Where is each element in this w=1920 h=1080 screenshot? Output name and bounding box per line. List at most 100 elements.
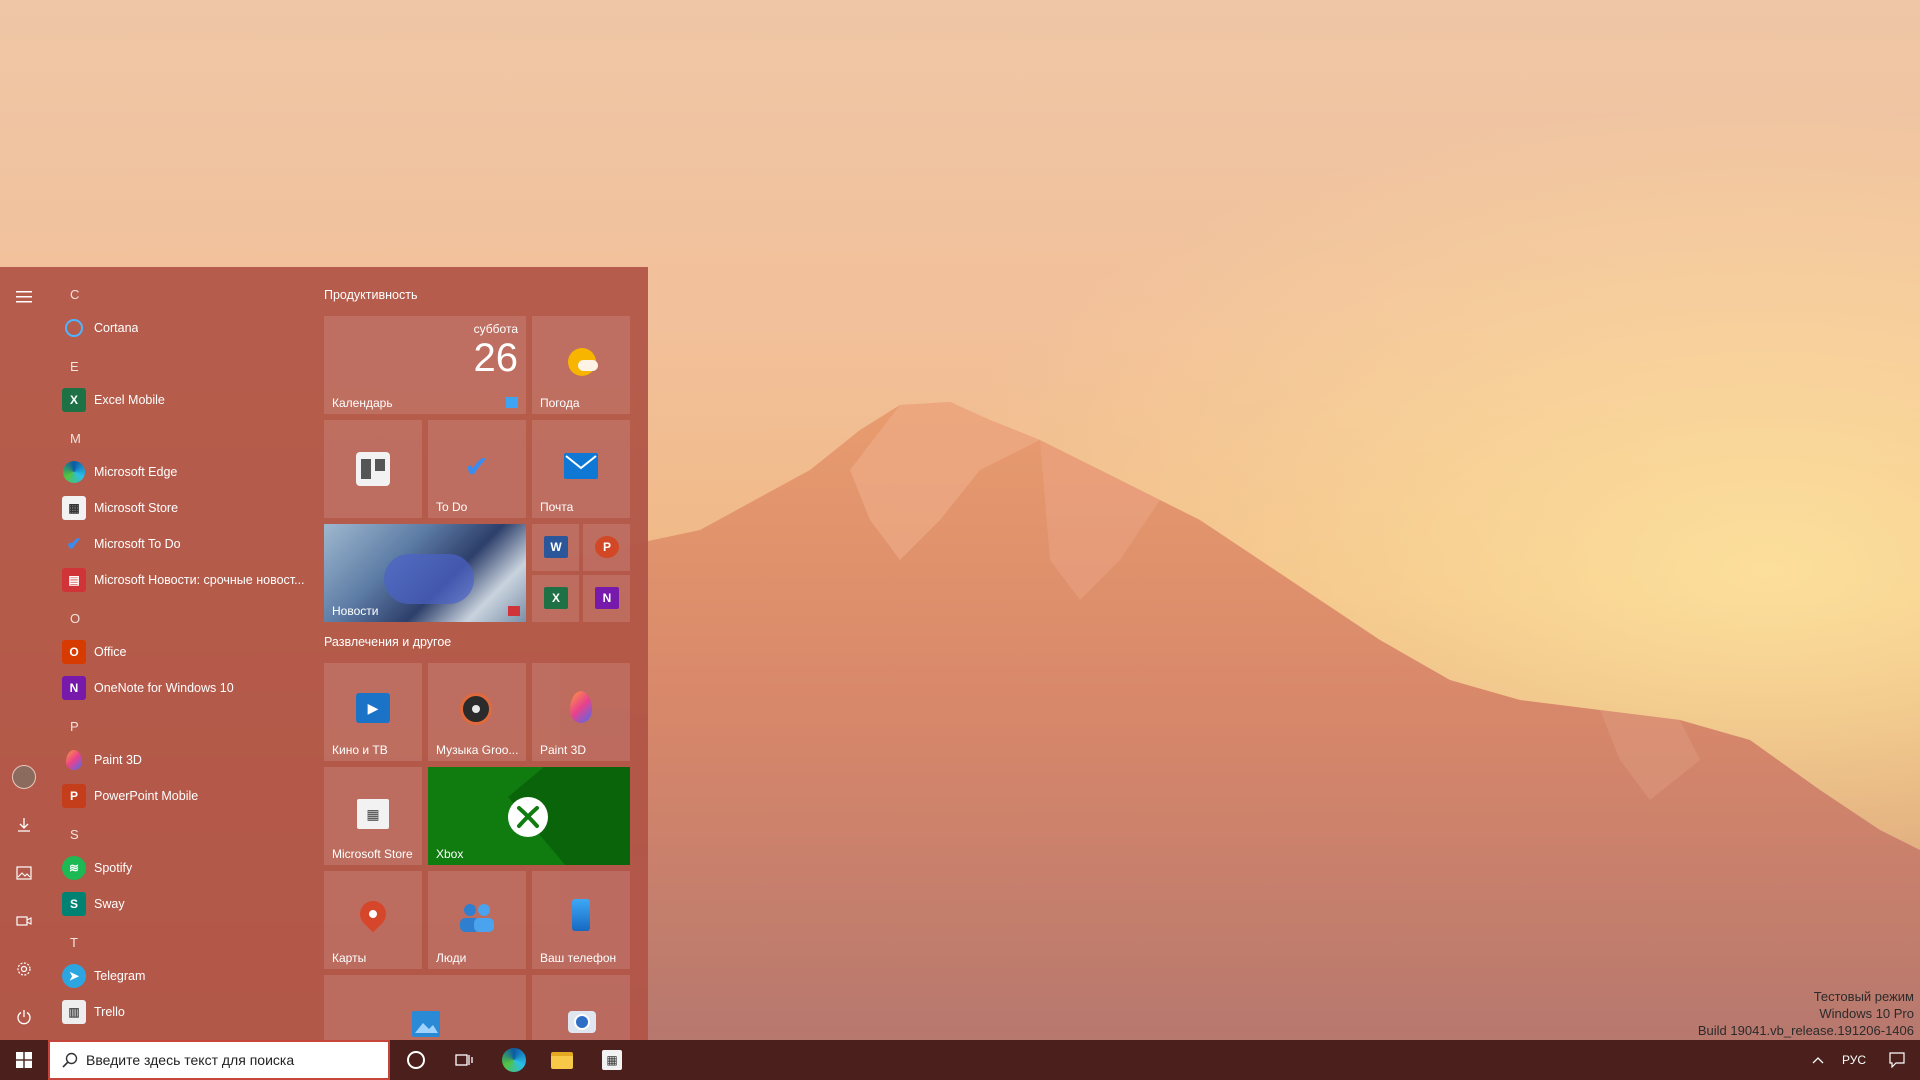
tile-microsoft-store[interactable]: ▦ Microsoft Store — [324, 767, 422, 865]
app-sway[interactable]: S Sway — [62, 886, 332, 922]
letter-header-m[interactable]: M — [70, 431, 81, 446]
app-trello[interactable]: ▥ Trello — [62, 994, 332, 1030]
calendar-badge-icon — [506, 397, 518, 408]
app-label: Cortana — [94, 321, 139, 335]
pictures-icon — [16, 866, 32, 880]
app-microsoft-news[interactable]: ▤ Microsoft Новости: срочные новост... — [62, 562, 332, 598]
letter-header-p[interactable]: P — [70, 719, 79, 734]
taskbar-file-explorer-button[interactable] — [538, 1040, 586, 1080]
phone-icon — [572, 899, 590, 931]
app-office[interactable]: O Office — [62, 634, 332, 670]
letter-header-t[interactable]: T — [70, 935, 78, 950]
tile-movies-tv[interactable]: ▶ Кино и ТВ — [324, 663, 422, 761]
tile-calendar[interactable]: суббота 26 Календарь — [324, 316, 526, 414]
tile-people[interactable]: Люди — [428, 871, 526, 969]
gear-icon — [17, 962, 31, 976]
tile-mail[interactable]: Почта — [532, 420, 630, 518]
xbox-icon — [508, 797, 548, 837]
tile-maps[interactable]: Карты — [324, 871, 422, 969]
tile-label: Карты — [332, 951, 367, 965]
app-spotify[interactable]: ≋ Spotify — [62, 850, 332, 886]
tile-label: Погода — [540, 396, 580, 410]
app-telegram[interactable]: ➤ Telegram — [62, 958, 332, 994]
taskbar-store-button[interactable]: ▦ — [588, 1040, 636, 1080]
app-onenote[interactable]: N OneNote for Windows 10 — [62, 670, 332, 706]
weather-icon — [566, 346, 598, 378]
tile-label: Люди — [436, 951, 467, 965]
app-microsoft-edge[interactable]: Microsoft Edge — [62, 454, 332, 490]
letter-header-e[interactable]: E — [70, 359, 79, 374]
tile-news[interactable]: Новости — [324, 524, 526, 622]
tile-trello[interactable] — [324, 420, 422, 518]
show-hidden-icons-button[interactable] — [1806, 1040, 1830, 1080]
app-label: Microsoft Store — [94, 501, 179, 515]
group-header-entertainment[interactable]: Развлечения и другое — [324, 635, 451, 649]
windows-logo-icon — [16, 1052, 32, 1068]
task-view-button[interactable] — [440, 1040, 488, 1080]
power-button[interactable] — [0, 993, 48, 1040]
todo-icon: ✔ — [66, 533, 82, 554]
edge-icon — [62, 460, 86, 484]
tile-weather[interactable]: Погода — [532, 316, 630, 414]
taskbar-search-box[interactable]: Введите здесь текст для поиска — [48, 1040, 390, 1080]
app-excel-mobile[interactable]: X Excel Mobile — [62, 382, 332, 418]
app-label: Trello — [94, 1005, 125, 1019]
tile-onenote[interactable]: N — [583, 575, 630, 622]
trello-icon: ▥ — [62, 1000, 86, 1024]
office-icon: O — [62, 640, 86, 664]
video-icon — [16, 916, 32, 926]
tile-xbox[interactable]: Xbox — [428, 767, 630, 865]
download-icon — [18, 818, 30, 832]
news-photo — [384, 554, 474, 604]
folder-icon — [551, 1051, 573, 1069]
group-header-productivity[interactable]: Продуктивность — [324, 288, 417, 302]
tile-label: Microsoft Store — [332, 847, 413, 861]
app-cortana[interactable]: Cortana — [62, 310, 332, 346]
tile-paint-3d[interactable]: Paint 3D — [532, 663, 630, 761]
chevron-up-icon — [1812, 1057, 1824, 1064]
settings-button[interactable] — [0, 945, 48, 993]
tile-photos[interactable] — [324, 975, 526, 1040]
start-tiles-area: Продуктивность суббота 26 Календарь Пого… — [324, 267, 648, 1040]
user-account-button[interactable] — [0, 753, 48, 801]
input-language-indicator[interactable]: РУС — [1834, 1040, 1874, 1080]
cortana-button[interactable] — [392, 1040, 440, 1080]
tile-word[interactable]: W — [532, 524, 579, 571]
tile-groove-music[interactable]: Музыка Groo... — [428, 663, 526, 761]
tile-your-phone[interactable]: Ваш телефон — [532, 871, 630, 969]
downloads-button[interactable] — [0, 801, 48, 849]
app-microsoft-store[interactable]: ▦ Microsoft Store — [62, 490, 332, 526]
app-paint-3d[interactable]: Paint 3D — [62, 742, 332, 778]
letter-header-c[interactable]: C — [70, 287, 79, 302]
tile-excel[interactable]: X — [532, 575, 579, 622]
powerpoint-icon: P — [595, 536, 619, 558]
mail-icon — [564, 453, 598, 479]
onenote-icon: N — [595, 587, 619, 609]
tile-camera[interactable] — [532, 975, 630, 1040]
tile-label: Почта — [540, 500, 574, 514]
app-label: Sway — [94, 897, 125, 911]
letter-header-o[interactable]: O — [70, 611, 80, 626]
telegram-icon: ➤ — [62, 964, 86, 988]
search-placeholder: Введите здесь текст для поиска — [86, 1052, 295, 1068]
store-icon: ▦ — [62, 496, 86, 520]
taskbar-edge-button[interactable] — [490, 1040, 538, 1080]
word-icon: W — [544, 536, 568, 558]
start-button[interactable] — [0, 1040, 48, 1080]
app-powerpoint-mobile[interactable]: P PowerPoint Mobile — [62, 778, 332, 814]
task-view-icon — [455, 1054, 473, 1066]
maps-icon — [354, 895, 392, 933]
action-center-button[interactable] — [1874, 1040, 1920, 1080]
hamburger-menu-button[interactable] — [0, 273, 48, 321]
tile-label: Новости — [332, 604, 379, 618]
tile-powerpoint[interactable]: P — [583, 524, 630, 571]
start-rail — [0, 267, 48, 1040]
app-microsoft-todo[interactable]: ✔ Microsoft To Do — [62, 526, 332, 562]
app-label: PowerPoint Mobile — [94, 789, 199, 803]
pictures-button[interactable] — [0, 849, 48, 897]
avatar — [12, 765, 36, 789]
app-label: Microsoft Новости: срочные новост... — [94, 573, 305, 587]
videos-button[interactable] — [0, 897, 48, 945]
letter-header-s[interactable]: S — [70, 827, 79, 842]
tile-todo[interactable]: ✔ To Do — [428, 420, 526, 518]
